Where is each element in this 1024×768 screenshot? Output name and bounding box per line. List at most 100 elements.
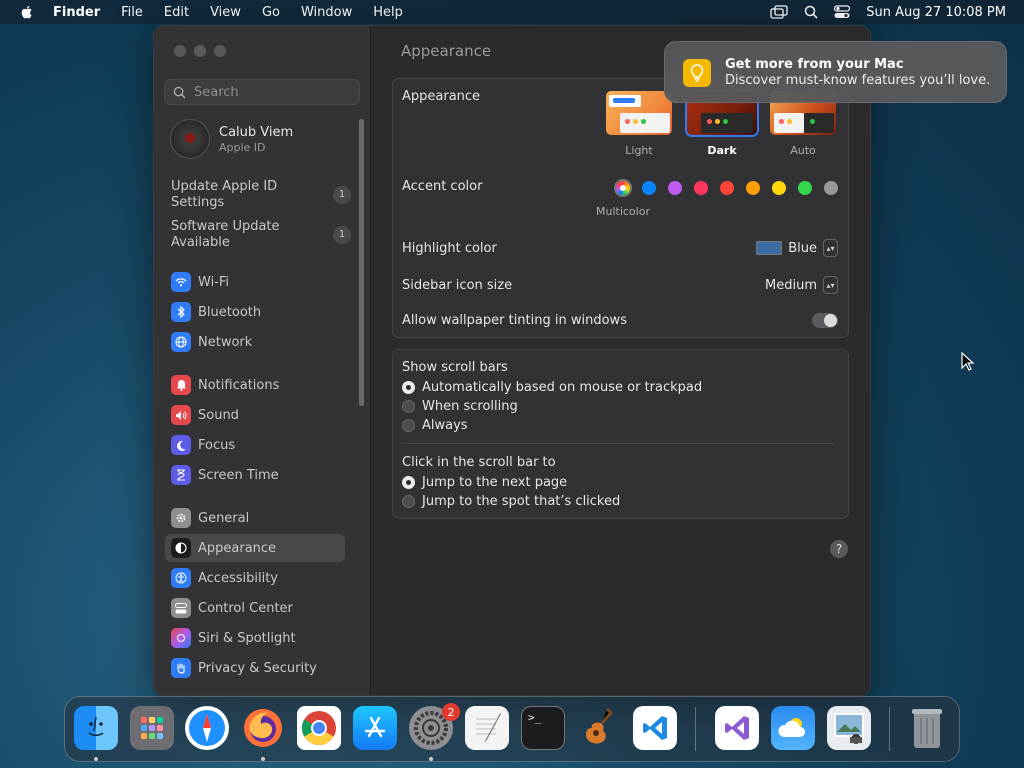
software-update-item[interactable]: Software Update Available 1 <box>171 219 351 251</box>
notification-banner[interactable]: Get more from your Mac Discover must-kno… <box>664 41 1007 103</box>
help-button[interactable]: ? <box>830 540 848 558</box>
terminal-icon[interactable]: >_ <box>521 706 565 750</box>
menu-file[interactable]: File <box>121 5 143 20</box>
menu-help[interactable]: Help <box>373 5 403 20</box>
close-button[interactable] <box>174 45 186 57</box>
sidebar-item-sound[interactable]: Sound <box>165 401 345 429</box>
notification-title: Get more from your Mac <box>725 57 904 72</box>
sidebar-icon-size-popup[interactable]: Medium ▴▾ <box>765 276 838 294</box>
accent-graphite-swatch[interactable] <box>824 181 838 195</box>
search-input[interactable] <box>192 83 356 101</box>
accent-purple-swatch[interactable] <box>668 181 682 195</box>
menu-window[interactable]: Window <box>301 5 352 20</box>
highlight-color-value: Blue <box>788 240 817 256</box>
screen-mirroring-icon[interactable] <box>770 5 788 19</box>
sidebar-item-appearance[interactable]: Appearance <box>165 534 345 562</box>
appearance-light-option[interactable] <box>606 91 672 135</box>
appearance-dark-caption: Dark <box>707 144 737 157</box>
sidebar-scrollbar[interactable] <box>359 119 364 406</box>
sidebar-item-notifications[interactable]: Notifications <box>165 371 345 399</box>
update-count-badge: 1 <box>333 186 351 204</box>
sidebar-item-focus[interactable]: Focus <box>165 431 345 459</box>
textedit-icon[interactable] <box>465 706 509 750</box>
search-icon <box>173 86 186 99</box>
running-indicator <box>94 757 98 761</box>
search-field[interactable] <box>164 79 360 105</box>
sidebar-item-label: Appearance <box>198 540 277 556</box>
finder-icon[interactable] <box>74 706 118 750</box>
trash-icon[interactable] <box>905 706 949 750</box>
launchpad-icon[interactable] <box>130 706 174 750</box>
accent-red-swatch[interactable] <box>720 181 734 195</box>
menu-go[interactable]: Go <box>262 5 280 20</box>
safari-icon[interactable] <box>185 706 229 750</box>
jump-to-spot-option[interactable]: Jump to the spot that’s clicked <box>402 494 620 509</box>
firefox-icon[interactable] <box>241 706 285 750</box>
sidebar-item-control-center[interactable]: Control Center <box>165 594 345 622</box>
accent-yellow-swatch[interactable] <box>772 181 786 195</box>
sidebar-item-label: Focus <box>198 437 236 453</box>
click-scroll-bar-label: Click in the scroll bar to <box>402 455 556 470</box>
garageband-icon[interactable] <box>577 706 621 750</box>
window-controls <box>174 45 226 57</box>
sidebar-item-label: Notifications <box>198 377 280 393</box>
notification-body: Discover must-know features you’ll love. <box>725 73 991 88</box>
sidebar-item-bluetooth[interactable]: Bluetooth <box>165 298 345 326</box>
zoom-button[interactable] <box>214 45 226 57</box>
accent-pink-swatch[interactable] <box>694 181 708 195</box>
sidebar-item-siri-spotlight[interactable]: Siri & Spotlight <box>165 624 345 652</box>
dock-separator <box>695 707 696 751</box>
jump-next-page-option[interactable]: Jump to the next page <box>402 475 567 490</box>
sidebar-icon-size-row: Sidebar icon size Medium ▴▾ <box>402 276 838 294</box>
menu-view[interactable]: View <box>210 5 241 20</box>
appearance-auto-caption: Auto <box>790 144 816 157</box>
sidebar-icon-size-label: Sidebar icon size <box>402 277 513 293</box>
scroll-bars-panel: Show scroll bars Automatically based on … <box>392 349 849 519</box>
accent-multicolor-swatch[interactable] <box>616 181 630 195</box>
sidebar-item-general[interactable]: General <box>165 504 345 532</box>
sidebar-item-label: Accessibility <box>198 570 278 586</box>
chrome-icon[interactable] <box>297 706 341 750</box>
update-apple-id-item[interactable]: Update Apple ID Settings 1 <box>171 179 351 211</box>
accent-green-swatch[interactable] <box>798 181 812 195</box>
accent-selected-caption: Multicolor <box>596 205 650 218</box>
menu-clock[interactable]: Sun Aug 27 10:08 PM <box>866 5 1006 20</box>
app-store-icon[interactable] <box>353 706 397 750</box>
sidebar-item-privacy-security[interactable]: Privacy & Security <box>165 654 345 682</box>
mouse-cursor-icon <box>961 352 975 371</box>
notifications-icon <box>171 375 191 395</box>
accent-blue-swatch[interactable] <box>642 181 656 195</box>
visual-studio-icon[interactable] <box>715 706 759 750</box>
vscode-icon[interactable] <box>633 706 677 750</box>
sidebar-item-accessibility[interactable]: Accessibility <box>165 564 345 592</box>
scroll-bars-always-option[interactable]: Always <box>402 418 468 433</box>
menu-edit[interactable]: Edit <box>164 5 189 20</box>
minimize-button[interactable] <box>194 45 206 57</box>
sidebar-item-wifi[interactable]: Wi-Fi <box>165 268 345 296</box>
weather-icon[interactable] <box>771 706 815 750</box>
dock-separator <box>889 707 890 751</box>
scroll-bars-when-scrolling-option[interactable]: When scrolling <box>402 399 518 414</box>
apple-menu-icon[interactable] <box>19 4 35 20</box>
lightbulb-icon <box>683 59 711 87</box>
appearance-icon <box>171 538 191 558</box>
sidebar-item-network[interactable]: Network <box>165 328 345 356</box>
preview-icon[interactable] <box>827 706 871 750</box>
control-center-icon[interactable] <box>834 5 851 19</box>
wallpaper-tinting-toggle[interactable] <box>812 313 838 328</box>
sidebar-item-screen-time[interactable]: Screen Time <box>165 461 345 489</box>
chevron-updown-icon: ▴▾ <box>823 276 838 294</box>
menu-app-name[interactable]: Finder <box>53 5 100 20</box>
accent-orange-swatch[interactable] <box>746 181 760 195</box>
highlight-color-popup[interactable]: Blue ▴▾ <box>756 239 838 257</box>
appearance-pane: Appearance Appearance Light Dark Auto Ac… <box>371 26 870 695</box>
radio-selected-icon <box>402 476 415 489</box>
radio-icon <box>402 495 415 508</box>
control-center-icon <box>171 598 191 618</box>
search-icon[interactable] <box>804 5 818 19</box>
scroll-bars-auto-option[interactable]: Automatically based on mouse or trackpad <box>402 380 702 395</box>
gear-icon <box>171 508 191 528</box>
wallpaper-tinting-row: Allow wallpaper tinting in windows <box>402 313 838 328</box>
sidebar-item-label: Siri & Spotlight <box>198 630 296 646</box>
apple-id-profile[interactable]: Calub Viem Apple ID <box>170 119 293 159</box>
